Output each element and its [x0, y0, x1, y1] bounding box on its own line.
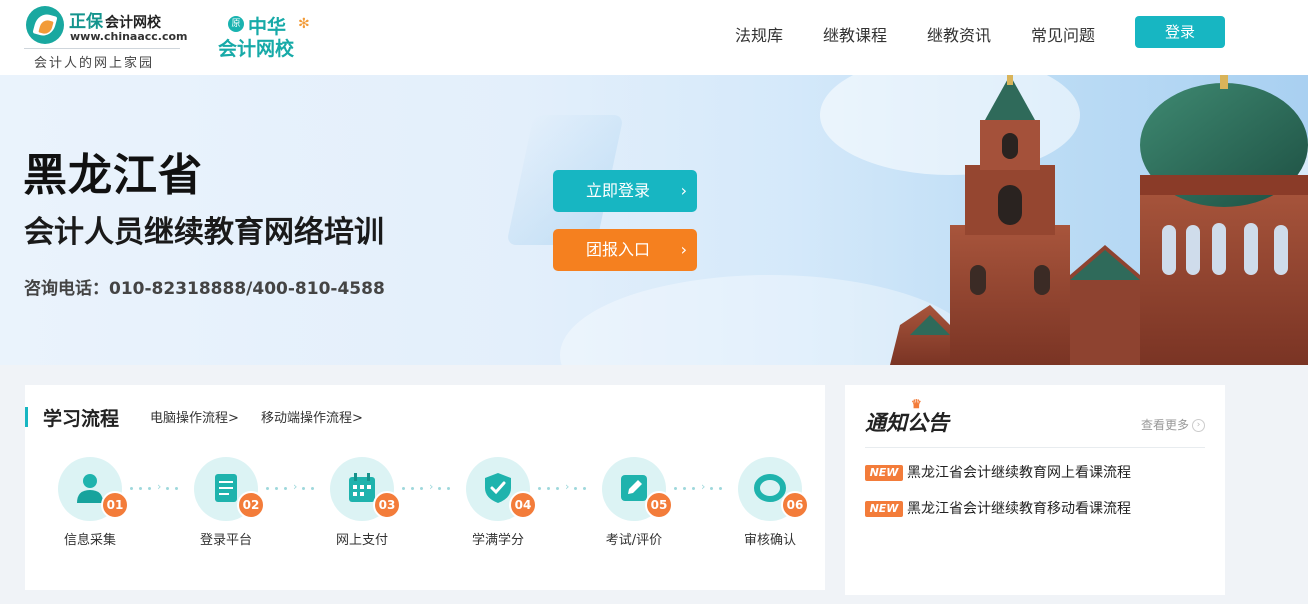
- step-label: 审核确认: [743, 533, 796, 548]
- login-button[interactable]: 登录: [1135, 16, 1225, 48]
- nav-item-courses[interactable]: 继教课程: [823, 22, 887, 46]
- step-number: 02: [237, 491, 265, 519]
- notice-item-text: 黑龙江省会计继续教育移动看课流程: [907, 501, 1131, 517]
- site-header: 正保 会计网校 www.chinaacc.com 会计人的网上家园 原 中华 会计…: [0, 0, 1308, 75]
- step-connector: ›: [674, 480, 728, 493]
- flow-step: 04 学满学分: [453, 457, 543, 557]
- flow-step: 03 网上支付: [317, 457, 407, 557]
- step-number: 03: [373, 491, 401, 519]
- crown-icon: ♛: [911, 397, 922, 411]
- section-accent-bar: [25, 407, 28, 427]
- logo-slogan: 会计人的网上家园: [34, 56, 155, 71]
- hero-banner: 黑龙江省 会计人员继续教育网络培训 咨询电话：010-82318888/400-…: [0, 75, 1308, 365]
- logo-leaf-icon: [26, 6, 64, 44]
- logo-brand: 正保 会计网校: [69, 12, 161, 32]
- group-entry-button[interactable]: 团报入口 ›: [553, 229, 697, 271]
- pc-guide-link[interactable]: 电脑操作流程>: [150, 407, 239, 426]
- flow-step: 05 考试/评价: [589, 457, 679, 557]
- sub-logo[interactable]: 原 中华 会计网校 ✻: [218, 10, 318, 60]
- notice-card: 通知公告 ♛ 查看更多 › NEW 黑龙江省会计继续教育网上看课流程 NEW 黑龙…: [845, 385, 1225, 595]
- step-connector: ›: [402, 480, 456, 493]
- banner-title: 黑龙江省: [23, 150, 203, 201]
- step-connector: ›: [266, 480, 320, 493]
- notice-item[interactable]: NEW 黑龙江省会计继续教育移动看课流程: [865, 499, 1215, 519]
- notice-item[interactable]: NEW 黑龙江省会计继续教育网上看课流程: [865, 463, 1215, 483]
- step-label: 信息采集: [63, 533, 116, 548]
- notice-title: 通知公告 ♛: [865, 397, 949, 435]
- login-now-button[interactable]: 立即登录 ›: [553, 170, 697, 212]
- step-label: 学满学分: [471, 533, 524, 548]
- chevron-right-icon: ›: [1192, 419, 1205, 432]
- view-more-link[interactable]: 查看更多 ›: [1141, 416, 1205, 433]
- flow-step: 01 信息采集: [45, 457, 135, 557]
- group-entry-label: 团报入口: [586, 240, 651, 259]
- flow-step: 02 登录平台: [181, 457, 271, 557]
- step-label: 考试/评价: [605, 533, 663, 548]
- banner-phone: 咨询电话：010-82318888/400-810-4588: [24, 279, 385, 299]
- logo-divider: [24, 48, 180, 49]
- nav-item-news[interactable]: 继教资讯: [927, 22, 991, 46]
- step-connector: ›: [130, 480, 184, 493]
- step-number: 06: [781, 491, 809, 519]
- notice-item-text: 黑龙江省会计继续教育网上看课流程: [907, 465, 1131, 481]
- banner-subtitle: 会计人员继续教育网络培训: [24, 215, 384, 250]
- nav-item-faq[interactable]: 常见问题: [1031, 22, 1095, 46]
- site-logo[interactable]: 正保 会计网校 www.chinaacc.com 会计人的网上家园: [24, 5, 188, 71]
- chevron-right-icon: ›: [680, 181, 687, 200]
- step-number: 01: [101, 491, 129, 519]
- nav-item-regulations[interactable]: 法规库: [735, 22, 783, 46]
- notice-divider: [865, 447, 1205, 448]
- new-badge: NEW: [865, 501, 903, 517]
- new-badge: NEW: [865, 465, 903, 481]
- login-now-label: 立即登录: [586, 181, 651, 200]
- step-connector: ›: [538, 480, 592, 493]
- mobile-guide-link[interactable]: 移动端操作流程>: [261, 407, 363, 426]
- chevron-right-icon: ›: [680, 240, 687, 259]
- step-label: 登录平台: [199, 533, 252, 548]
- step-label: 网上支付: [335, 533, 388, 548]
- step-number: 04: [509, 491, 537, 519]
- learning-flow-title: 学习流程: [43, 408, 120, 430]
- sparkle-icon: ✻: [298, 16, 310, 32]
- logo-url: www.chinaacc.com: [70, 30, 188, 43]
- flow-step: 06 审核确认: [725, 457, 815, 557]
- step-number: 05: [645, 491, 673, 519]
- sub-logo-badge: 原: [228, 16, 244, 32]
- sub-logo-line2: 会计网校: [218, 38, 295, 60]
- learning-flow-card: 学习流程 电脑操作流程> 移动端操作流程> 01 信息采集 › 02 登录平台 …: [25, 385, 825, 590]
- cathedral-image: [890, 75, 1308, 365]
